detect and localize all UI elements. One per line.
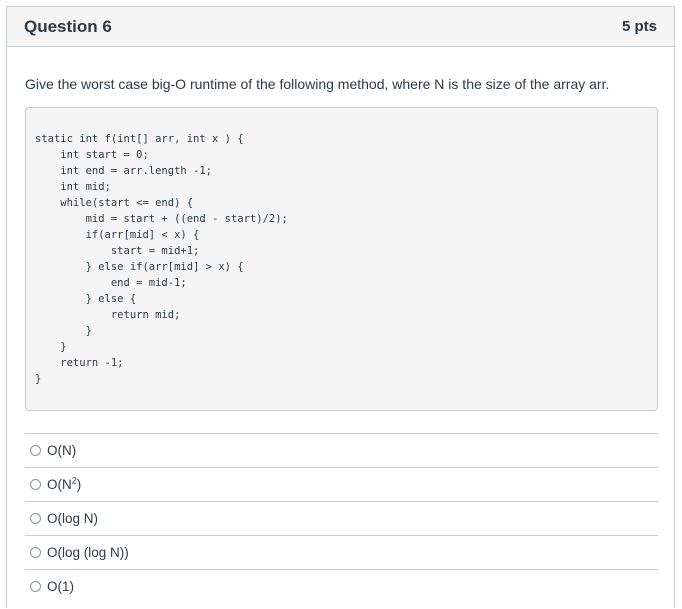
answer-label: O(log (log N)) (47, 545, 129, 560)
answer-list: O(N) O(N2) O(log N) O(log (log N)) O(1) (25, 433, 658, 603)
code-block: static int f(int[] arr, int x ) { int st… (25, 107, 658, 411)
answer-option-1[interactable]: O(N) (25, 433, 658, 467)
answer-label: O(1) (47, 579, 74, 594)
radio-button[interactable] (30, 479, 41, 490)
answer-label: O(N2) (47, 476, 82, 492)
answer-label: O(N) (47, 443, 77, 458)
question-title: Question 6 (24, 16, 112, 36)
answer-option-5[interactable]: O(1) (25, 569, 658, 603)
radio-button[interactable] (30, 547, 41, 558)
question-header: Question 6 5 pts (7, 7, 674, 47)
radio-button[interactable] (30, 581, 41, 592)
answer-label-base: O(N (47, 477, 72, 492)
answer-option-4[interactable]: O(log (log N)) (25, 535, 658, 569)
question-points: 5 pts (621, 18, 657, 35)
question-card: Question 6 5 pts Give the worst case big… (6, 6, 675, 608)
answer-label-suffix: ) (76, 477, 82, 492)
answer-label: O(log N) (47, 511, 99, 526)
radio-button[interactable] (30, 513, 41, 524)
radio-button[interactable] (30, 445, 41, 456)
answer-option-2[interactable]: O(N2) (25, 467, 658, 501)
answer-option-3[interactable]: O(log N) (25, 501, 658, 535)
question-text: Give the worst case big-O runtime of the… (25, 76, 610, 92)
code-listing: static int f(int[] arr, int x ) { int st… (35, 133, 288, 385)
